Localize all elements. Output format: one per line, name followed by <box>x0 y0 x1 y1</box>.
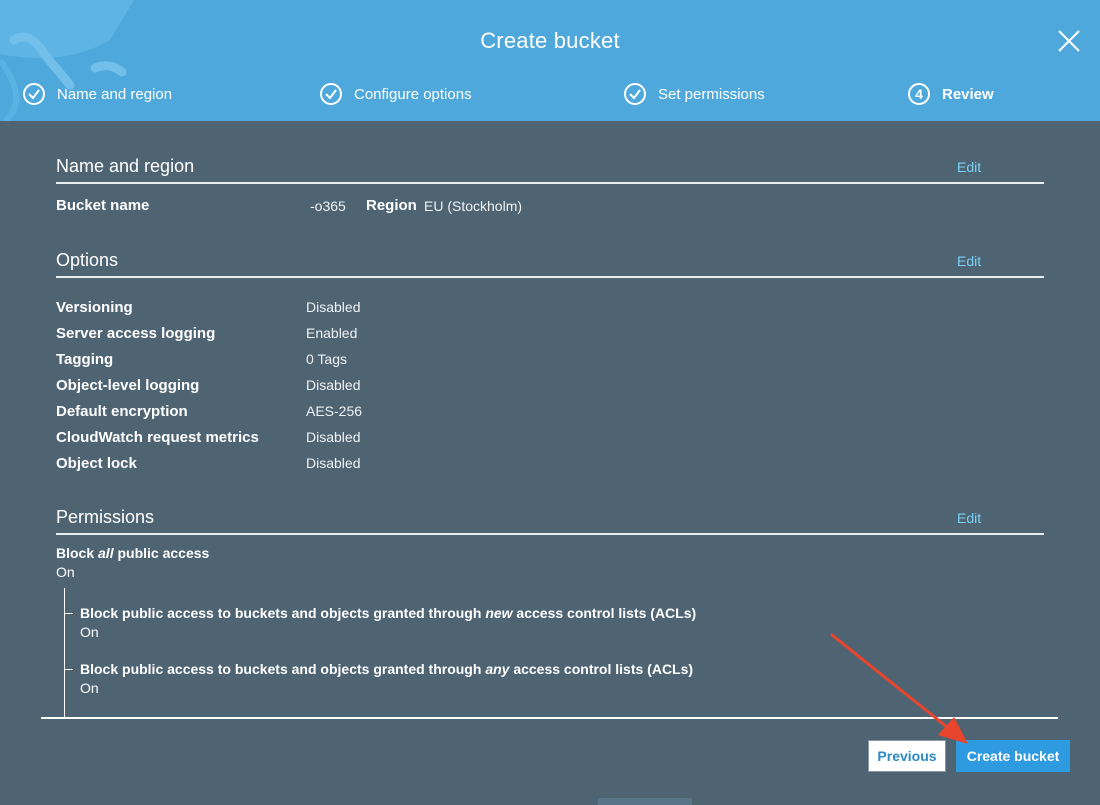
option-value: Disabled <box>306 429 361 445</box>
option-value: Disabled <box>306 299 361 315</box>
edit-name-region-link[interactable]: Edit <box>957 159 981 175</box>
block-all-public-access-label: Block all public access <box>56 545 210 561</box>
edit-options-link[interactable]: Edit <box>957 253 981 269</box>
section-title-permissions: Permissions <box>56 507 155 527</box>
option-label: Server access logging <box>56 325 216 342</box>
step-label: Set permissions <box>658 85 765 103</box>
block-new-acl-label: Block public access to buckets and objec… <box>80 605 697 621</box>
option-label: Default encryption <box>56 403 188 420</box>
tree-connector <box>64 613 73 614</box>
option-value: Enabled <box>306 325 358 341</box>
block-new-acl-value: On <box>80 624 99 640</box>
step-set-permissions[interactable]: Set permissions <box>624 80 765 108</box>
section-title-name-region: Name and region <box>56 156 195 176</box>
step-label: Name and region <box>57 85 173 103</box>
option-label: Versioning <box>56 299 133 316</box>
option-value: Disabled <box>306 455 361 471</box>
option-value: 0 Tags <box>306 351 347 367</box>
region-label: Region <box>366 197 417 214</box>
divider <box>56 182 1044 184</box>
dialog-header: Create bucket Name and region Configure … <box>0 0 1100 121</box>
step-review: 4 Review <box>908 80 994 108</box>
option-label: Object-level logging <box>56 377 200 394</box>
step-label: Review <box>942 85 994 103</box>
step-number: 4 <box>908 83 930 105</box>
option-label: Object lock <box>56 455 137 472</box>
dialog-title: Create bucket <box>480 28 620 53</box>
option-value: Disabled <box>306 377 361 393</box>
region-value: EU (Stockholm) <box>424 198 523 214</box>
step-name-and-region[interactable]: Name and region <box>23 80 172 108</box>
check-icon <box>23 83 45 105</box>
edit-permissions-link[interactable]: Edit <box>957 510 981 526</box>
tree-connector <box>64 669 73 670</box>
divider <box>56 533 1044 535</box>
bucket-name-label: Bucket name <box>56 197 150 214</box>
check-icon <box>320 83 342 105</box>
close-icon[interactable] <box>1056 28 1082 54</box>
check-icon <box>624 83 646 105</box>
block-any-acl-value: On <box>80 680 99 696</box>
step-configure-options[interactable]: Configure options <box>320 80 472 108</box>
bucket-name-value: -o365 <box>310 198 346 214</box>
option-label: Tagging <box>56 351 114 368</box>
block-any-acl-label: Block public access to buckets and objec… <box>80 661 694 677</box>
create-bucket-dialog: Create bucket Name and region Configure … <box>0 0 1100 805</box>
section-title-options: Options <box>56 250 119 270</box>
tree-connector <box>64 588 65 718</box>
annotation-arrow-icon <box>830 633 968 744</box>
step-label: Configure options <box>354 85 472 103</box>
divider <box>56 276 1044 278</box>
option-label: CloudWatch request metrics <box>56 429 259 446</box>
option-value: AES-256 <box>306 403 363 419</box>
block-all-public-access-value: On <box>56 564 75 580</box>
background-button-edge <box>598 798 692 805</box>
